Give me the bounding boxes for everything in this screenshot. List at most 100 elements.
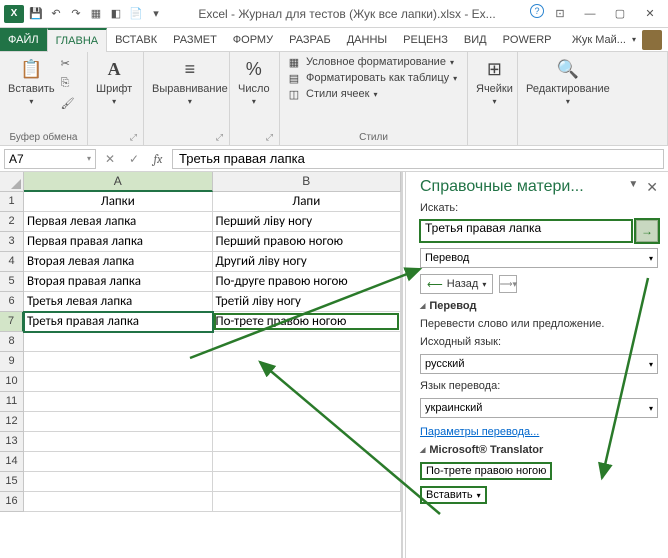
cell[interactable]: Вторая правая лапка: [24, 272, 213, 292]
cell[interactable]: Первая левая лапка: [24, 212, 213, 232]
paste-button[interactable]: 📋 Вставить ▾: [6, 55, 57, 108]
tab-formulas[interactable]: ФОРМУ: [225, 28, 281, 51]
tab-home[interactable]: ГЛАВНА: [47, 28, 108, 52]
cell[interactable]: [24, 472, 213, 492]
cell[interactable]: [213, 432, 402, 452]
section-translate[interactable]: Перевод: [420, 300, 658, 312]
forward-button[interactable]: ⟶▾: [499, 275, 517, 293]
row-header[interactable]: 6: [0, 292, 24, 312]
close-icon[interactable]: ✕: [636, 4, 664, 24]
row-header[interactable]: 8: [0, 332, 24, 352]
grid[interactable]: 1ЛапкиЛапи 2Первая левая лапкаПерший ліву…: [0, 192, 401, 558]
editing-button[interactable]: 🔍Редактирование▾: [524, 55, 612, 108]
font-launcher[interactable]: ⤢: [94, 132, 137, 143]
minimize-icon[interactable]: —: [576, 4, 604, 24]
cell[interactable]: [213, 352, 402, 372]
cell[interactable]: [24, 352, 213, 372]
cell[interactable]: По-друге правою ногою: [213, 272, 402, 292]
qat-dropdown-icon[interactable]: ▾: [148, 6, 164, 22]
target-lang-select[interactable]: украинский▾: [420, 398, 658, 418]
format-as-table-button[interactable]: ▤Форматировать как таблицу▾: [286, 71, 457, 85]
qat-icon-1[interactable]: ▦: [88, 6, 104, 22]
cell[interactable]: Другий ліву ногу: [213, 252, 402, 272]
cell[interactable]: Перший ліву ногу: [213, 212, 402, 232]
cell[interactable]: [213, 472, 402, 492]
row-header[interactable]: 2: [0, 212, 24, 232]
cell[interactable]: [24, 412, 213, 432]
cells-button[interactable]: ⊞Ячейки▾: [474, 55, 515, 108]
copy-icon[interactable]: ⎘: [61, 75, 79, 91]
cell[interactable]: [213, 332, 402, 352]
fx-icon[interactable]: fx: [148, 149, 168, 169]
tab-layout[interactable]: РАЗМЕТ: [165, 28, 225, 51]
tab-developer[interactable]: РАЗРАБ: [281, 28, 339, 51]
row-header[interactable]: 16: [0, 492, 24, 512]
row-header[interactable]: 4: [0, 252, 24, 272]
enter-icon[interactable]: ✓: [124, 149, 144, 169]
row-header[interactable]: 5: [0, 272, 24, 292]
cut-icon[interactable]: ✂: [61, 55, 79, 71]
tab-powerpivot[interactable]: POWERP: [495, 28, 560, 51]
cell[interactable]: [213, 372, 402, 392]
row-header[interactable]: 9: [0, 352, 24, 372]
cell[interactable]: [24, 332, 213, 352]
row-header[interactable]: 3: [0, 232, 24, 252]
alignment-launcher[interactable]: ⤢: [150, 132, 223, 143]
cell[interactable]: [24, 452, 213, 472]
conditional-formatting-button[interactable]: ▦Условное форматирование▾: [286, 55, 457, 69]
section-ms-translator[interactable]: Microsoft® Translator: [420, 444, 658, 456]
cell[interactable]: Вторая левая лапка: [24, 252, 213, 272]
category-select[interactable]: Перевод ▾: [420, 248, 658, 268]
namebox-dropdown-icon[interactable]: ▾: [87, 154, 91, 163]
row-header[interactable]: 14: [0, 452, 24, 472]
name-box[interactable]: A7 ▾: [4, 149, 96, 169]
cell-styles-button[interactable]: ◫Стили ячеек▾: [286, 87, 457, 101]
cell[interactable]: [213, 492, 402, 512]
translation-options-link[interactable]: Параметры перевода...: [420, 426, 539, 438]
taskpane-close-icon[interactable]: ✕: [646, 179, 658, 196]
number-launcher[interactable]: ⤢: [236, 132, 273, 143]
row-header[interactable]: 11: [0, 392, 24, 412]
cell[interactable]: [213, 392, 402, 412]
tab-data[interactable]: ДАННЫ: [339, 28, 395, 51]
cell[interactable]: [24, 492, 213, 512]
redo-icon[interactable]: ↷: [68, 6, 84, 22]
cell[interactable]: Перший правою ногою: [213, 232, 402, 252]
cell[interactable]: [213, 412, 402, 432]
save-icon[interactable]: 💾: [28, 6, 44, 22]
search-input[interactable]: Третья правая лапка: [420, 220, 632, 242]
col-header-a[interactable]: A: [24, 172, 213, 192]
cell[interactable]: [24, 392, 213, 412]
cancel-icon[interactable]: ✕: [100, 149, 120, 169]
taskpane-menu-icon[interactable]: ▼: [628, 179, 638, 196]
formula-input[interactable]: Третья правая лапка: [172, 149, 664, 169]
cell[interactable]: Лапи: [213, 192, 402, 212]
source-lang-select[interactable]: русский▾: [420, 354, 658, 374]
number-button[interactable]: %Число▾: [236, 55, 272, 108]
insert-button[interactable]: Вставить▾: [420, 486, 487, 504]
tab-review[interactable]: РЕЦЕНЗ: [395, 28, 456, 51]
ribbon-collapse-icon[interactable]: ⊡: [546, 4, 574, 24]
undo-icon[interactable]: ↶: [48, 6, 64, 22]
alignment-button[interactable]: ≡Выравнивание▾: [150, 55, 230, 108]
format-painter-icon[interactable]: 🖌: [61, 95, 79, 111]
back-button[interactable]: ⟵ Назад ▾: [420, 274, 493, 294]
cell[interactable]: Третья правая лапка: [24, 312, 213, 332]
cell[interactable]: [213, 452, 402, 472]
cell[interactable]: Третій ліву ногу: [213, 292, 402, 312]
search-go-button[interactable]: →: [636, 220, 658, 242]
row-header[interactable]: 1: [0, 192, 24, 212]
row-header[interactable]: 13: [0, 432, 24, 452]
cell[interactable]: [24, 372, 213, 392]
qat-icon-3[interactable]: 📄: [128, 6, 144, 22]
font-button[interactable]: AШрифт▾: [94, 55, 134, 108]
tab-file[interactable]: ФАЙЛ: [0, 28, 47, 51]
cell[interactable]: По-трете правою ногою: [213, 312, 402, 332]
col-header-b[interactable]: B: [213, 172, 402, 192]
row-header[interactable]: 15: [0, 472, 24, 492]
row-header[interactable]: 7: [0, 312, 24, 332]
help-icon[interactable]: ?: [530, 4, 544, 18]
cell[interactable]: [24, 432, 213, 452]
maximize-icon[interactable]: ▢: [606, 4, 634, 24]
cell[interactable]: Лапки: [24, 192, 213, 212]
